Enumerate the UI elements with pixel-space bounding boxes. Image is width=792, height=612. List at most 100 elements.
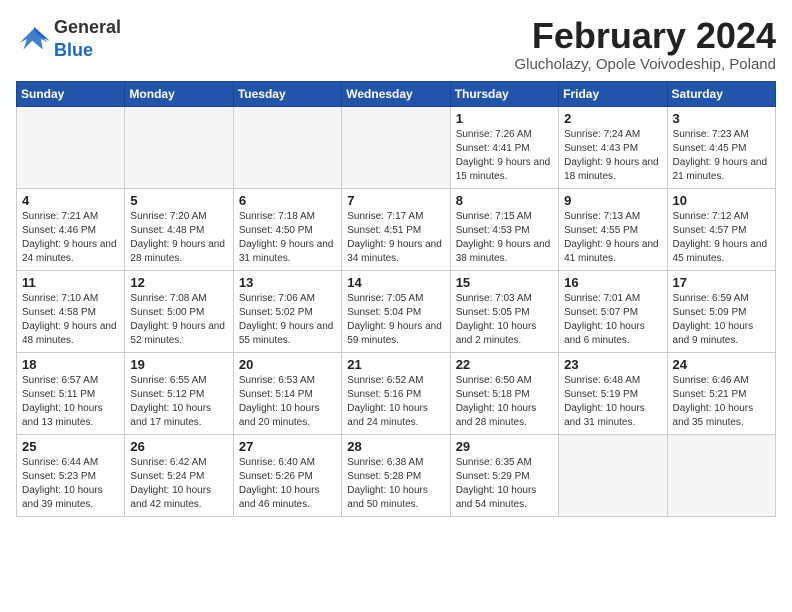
calendar-table: SundayMondayTuesdayWednesdayThursdayFrid… [16,81,776,517]
day-cell: 5 Sunrise: 7:20 AMSunset: 4:48 PMDayligh… [125,188,233,270]
day-number: 22 [456,357,553,372]
day-cell: 24 Sunrise: 6:46 AMSunset: 5:21 PMDaylig… [667,352,775,434]
day-info: Sunrise: 7:20 AMSunset: 4:48 PMDaylight:… [130,211,225,264]
day-number: 15 [456,275,553,290]
day-cell: 10 Sunrise: 7:12 AMSunset: 4:57 PMDaylig… [667,188,775,270]
day-cell: 7 Sunrise: 7:17 AMSunset: 4:51 PMDayligh… [342,188,450,270]
day-info: Sunrise: 7:17 AMSunset: 4:51 PMDaylight:… [347,211,442,264]
day-number: 27 [239,439,336,454]
day-info: Sunrise: 6:48 AMSunset: 5:19 PMDaylight:… [564,375,645,428]
month-title: February 2024 [514,16,776,56]
day-cell: 18 Sunrise: 6:57 AMSunset: 5:11 PMDaylig… [17,352,125,434]
day-info: Sunrise: 6:57 AMSunset: 5:11 PMDaylight:… [22,375,103,428]
day-info: Sunrise: 7:10 AMSunset: 4:58 PMDaylight:… [22,293,117,346]
day-cell: 11 Sunrise: 7:10 AMSunset: 4:58 PMDaylig… [17,270,125,352]
day-cell: 9 Sunrise: 7:13 AMSunset: 4:55 PMDayligh… [559,188,667,270]
day-info: Sunrise: 7:15 AMSunset: 4:53 PMDaylight:… [456,211,551,264]
day-cell: 29 Sunrise: 6:35 AMSunset: 5:29 PMDaylig… [450,434,558,516]
day-cell: 28 Sunrise: 6:38 AMSunset: 5:28 PMDaylig… [342,434,450,516]
day-number: 24 [673,357,770,372]
day-number: 9 [564,193,661,208]
day-info: Sunrise: 7:21 AMSunset: 4:46 PMDaylight:… [22,211,117,264]
day-info: Sunrise: 6:59 AMSunset: 5:09 PMDaylight:… [673,293,754,346]
day-info: Sunrise: 7:05 AMSunset: 5:04 PMDaylight:… [347,293,442,346]
day-info: Sunrise: 7:01 AMSunset: 5:07 PMDaylight:… [564,293,645,346]
day-cell: 3 Sunrise: 7:23 AMSunset: 4:45 PMDayligh… [667,106,775,188]
day-cell: 26 Sunrise: 6:42 AMSunset: 5:24 PMDaylig… [125,434,233,516]
day-info: Sunrise: 7:03 AMSunset: 5:05 PMDaylight:… [456,293,537,346]
calendar-body: 1 Sunrise: 7:26 AMSunset: 4:41 PMDayligh… [17,106,776,516]
day-cell: 20 Sunrise: 6:53 AMSunset: 5:14 PMDaylig… [233,352,341,434]
day-number: 20 [239,357,336,372]
day-info: Sunrise: 7:26 AMSunset: 4:41 PMDaylight:… [456,129,551,182]
day-info: Sunrise: 7:08 AMSunset: 5:00 PMDaylight:… [130,293,225,346]
day-cell: 14 Sunrise: 7:05 AMSunset: 5:04 PMDaylig… [342,270,450,352]
day-number: 8 [456,193,553,208]
day-cell: 8 Sunrise: 7:15 AMSunset: 4:53 PMDayligh… [450,188,558,270]
day-info: Sunrise: 6:55 AMSunset: 5:12 PMDaylight:… [130,375,211,428]
header-cell-friday: Friday [559,81,667,106]
day-cell: 2 Sunrise: 7:24 AMSunset: 4:43 PMDayligh… [559,106,667,188]
day-number: 7 [347,193,444,208]
day-cell: 4 Sunrise: 7:21 AMSunset: 4:46 PMDayligh… [17,188,125,270]
day-info: Sunrise: 7:12 AMSunset: 4:57 PMDaylight:… [673,211,768,264]
day-cell [233,106,341,188]
day-cell: 23 Sunrise: 6:48 AMSunset: 5:19 PMDaylig… [559,352,667,434]
day-info: Sunrise: 6:35 AMSunset: 5:29 PMDaylight:… [456,457,537,510]
day-cell [342,106,450,188]
day-number: 16 [564,275,661,290]
day-number: 21 [347,357,444,372]
day-number: 28 [347,439,444,454]
day-cell: 12 Sunrise: 7:08 AMSunset: 5:00 PMDaylig… [125,270,233,352]
day-info: Sunrise: 7:06 AMSunset: 5:02 PMDaylight:… [239,293,334,346]
header-row: SundayMondayTuesdayWednesdayThursdayFrid… [17,81,776,106]
day-cell: 22 Sunrise: 6:50 AMSunset: 5:18 PMDaylig… [450,352,558,434]
day-number: 4 [22,193,119,208]
day-cell [125,106,233,188]
day-cell: 19 Sunrise: 6:55 AMSunset: 5:12 PMDaylig… [125,352,233,434]
day-number: 26 [130,439,227,454]
day-number: 29 [456,439,553,454]
day-number: 19 [130,357,227,372]
header-cell-wednesday: Wednesday [342,81,450,106]
day-cell [559,434,667,516]
day-cell [17,106,125,188]
day-number: 10 [673,193,770,208]
header-cell-monday: Monday [125,81,233,106]
day-number: 2 [564,111,661,126]
day-info: Sunrise: 6:44 AMSunset: 5:23 PMDaylight:… [22,457,103,510]
day-info: Sunrise: 7:18 AMSunset: 4:50 PMDaylight:… [239,211,334,264]
header-cell-thursday: Thursday [450,81,558,106]
day-number: 1 [456,111,553,126]
day-number: 25 [22,439,119,454]
day-number: 14 [347,275,444,290]
day-info: Sunrise: 6:42 AMSunset: 5:24 PMDaylight:… [130,457,211,510]
week-row-3: 11 Sunrise: 7:10 AMSunset: 4:58 PMDaylig… [17,270,776,352]
day-number: 23 [564,357,661,372]
calendar-header: SundayMondayTuesdayWednesdayThursdayFrid… [17,81,776,106]
logo-icon [16,25,52,53]
day-number: 17 [673,275,770,290]
week-row-4: 18 Sunrise: 6:57 AMSunset: 5:11 PMDaylig… [17,352,776,434]
day-cell: 16 Sunrise: 7:01 AMSunset: 5:07 PMDaylig… [559,270,667,352]
day-info: Sunrise: 6:46 AMSunset: 5:21 PMDaylight:… [673,375,754,428]
day-number: 5 [130,193,227,208]
week-row-2: 4 Sunrise: 7:21 AMSunset: 4:46 PMDayligh… [17,188,776,270]
page-header: General Blue February 2024 Glucholazy, O… [16,16,776,73]
day-cell: 21 Sunrise: 6:52 AMSunset: 5:16 PMDaylig… [342,352,450,434]
day-cell: 17 Sunrise: 6:59 AMSunset: 5:09 PMDaylig… [667,270,775,352]
location-title: Glucholazy, Opole Voivodeship, Poland [514,56,776,73]
week-row-1: 1 Sunrise: 7:26 AMSunset: 4:41 PMDayligh… [17,106,776,188]
day-cell: 25 Sunrise: 6:44 AMSunset: 5:23 PMDaylig… [17,434,125,516]
header-cell-saturday: Saturday [667,81,775,106]
day-cell [667,434,775,516]
day-number: 18 [22,357,119,372]
day-number: 11 [22,275,119,290]
day-info: Sunrise: 6:53 AMSunset: 5:14 PMDaylight:… [239,375,320,428]
day-info: Sunrise: 7:13 AMSunset: 4:55 PMDaylight:… [564,211,659,264]
logo: General Blue [16,16,121,62]
week-row-5: 25 Sunrise: 6:44 AMSunset: 5:23 PMDaylig… [17,434,776,516]
title-block: February 2024 Glucholazy, Opole Voivodes… [514,16,776,73]
day-cell: 13 Sunrise: 7:06 AMSunset: 5:02 PMDaylig… [233,270,341,352]
day-cell: 27 Sunrise: 6:40 AMSunset: 5:26 PMDaylig… [233,434,341,516]
